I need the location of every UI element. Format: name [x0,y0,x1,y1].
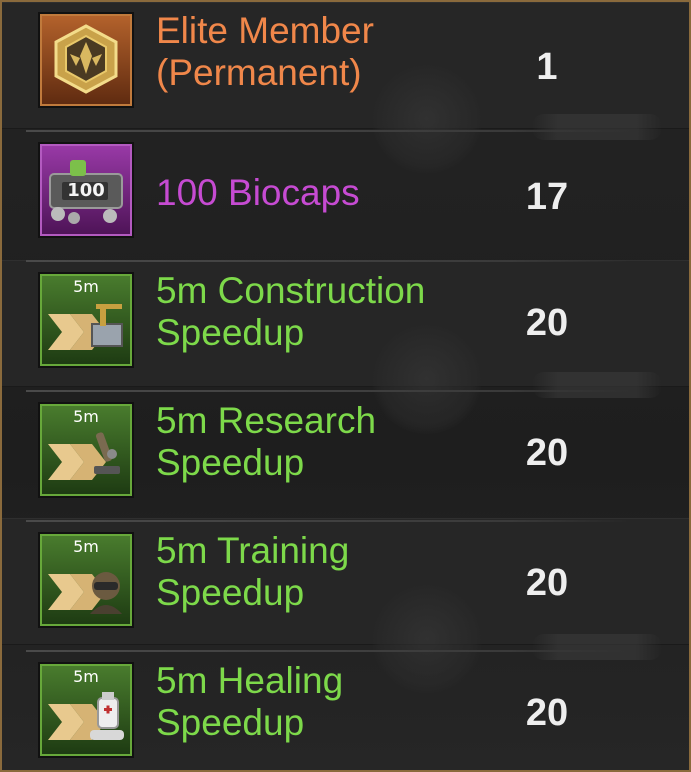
healing-speedup-icon: 5m [38,662,134,758]
reward-row-construction-speedup: 5m 5m Construction Speedup 20 [26,262,630,392]
rewards-panel: Elite Member (Permanent) 1 100 100 Bioca… [0,0,691,772]
reward-list: Elite Member (Permanent) 1 100 100 Bioca… [2,2,689,770]
reward-name: 5m Healing Speedup [156,660,344,743]
reward-quantity: 1 [536,46,558,88]
reward-name: 100 Biocaps [156,172,360,213]
reward-name: 5m Research Speedup [156,400,377,483]
reward-row-healing-speedup: 5m 5m Healing Speedup 20 [26,652,630,770]
research-speedup-icon: 5m [38,402,134,498]
elite-badge-icon [38,12,134,108]
reward-row-research-speedup: 5m 5m Research Speedup 20 [26,392,630,522]
reward-name: 5m Construction Speedup [156,270,426,353]
reward-quantity: 20 [525,562,569,604]
reward-row-elite-member: Elite Member (Permanent) 1 [26,2,630,132]
reward-row-training-speedup: 5m 5m Training Speedup 20 [26,522,630,652]
reward-quantity: 20 [525,692,569,734]
reward-name: Elite Member (Permanent) [156,10,374,93]
construction-speedup-icon: 5m [38,272,134,368]
reward-quantity: 20 [525,432,569,474]
reward-name: 5m Training Speedup [156,530,350,613]
training-speedup-icon: 5m [38,532,134,628]
reward-quantity: 17 [525,176,569,218]
reward-quantity: 20 [525,302,569,344]
reward-row-biocaps: 100 100 Biocaps 17 [26,132,630,262]
biocaps-icon: 100 [38,142,134,238]
